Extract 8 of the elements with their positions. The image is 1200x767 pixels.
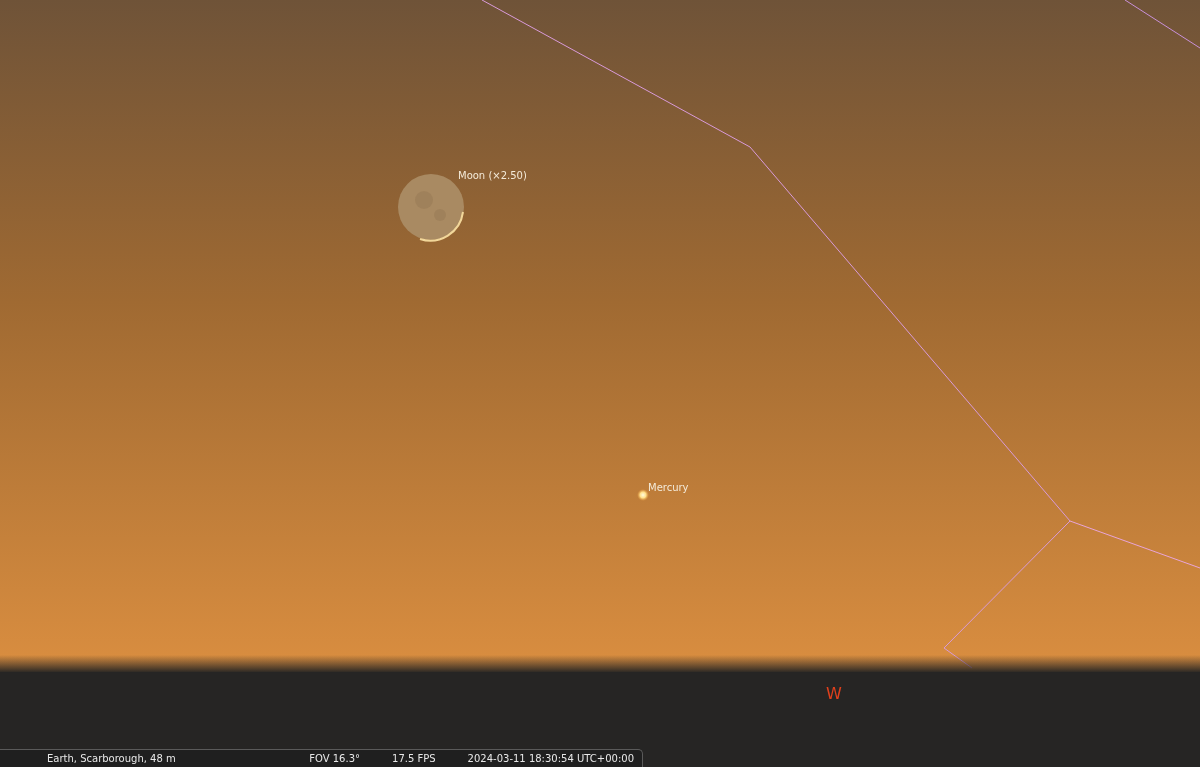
- planet-dot[interactable]: [637, 489, 649, 501]
- datetime-text: 2024-03-11 18:30:54 UTC+00:00: [467, 753, 634, 764]
- object-label: Moon (×2.50): [458, 170, 527, 181]
- object-label: Mercury: [648, 482, 689, 493]
- fov-text: FOV 16.3°: [309, 753, 360, 764]
- location-text: Earth, Scarborough, 48 m: [47, 753, 176, 764]
- compass-label: W: [826, 684, 842, 703]
- fps-text: 17.5 FPS: [392, 753, 436, 764]
